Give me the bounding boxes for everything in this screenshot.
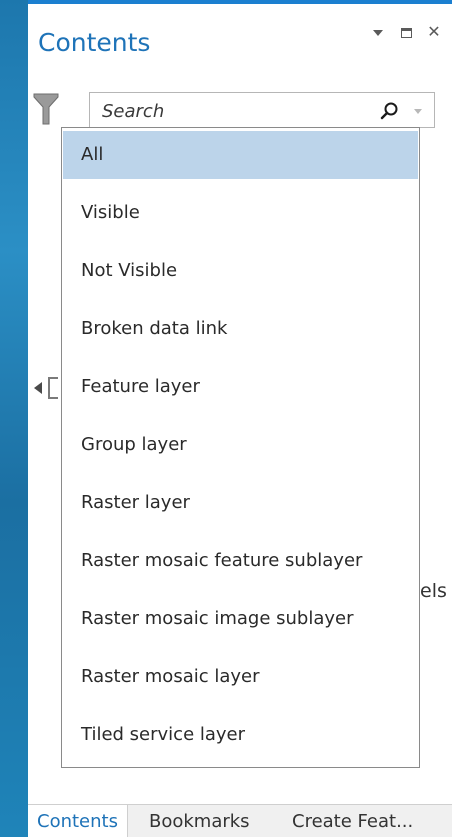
dropdown-option-feature-layer[interactable]: Feature layer — [63, 363, 418, 411]
desktop-background — [0, 0, 28, 837]
dropdown-option-visible[interactable]: Visible — [63, 189, 418, 237]
funnel-icon[interactable] — [33, 92, 59, 126]
obscured-layer-icon — [48, 377, 58, 399]
dropdown-option-not-visible[interactable]: Not Visible — [63, 247, 418, 295]
dropdown-option-raster-mosaic-layer[interactable]: Raster mosaic layer — [63, 653, 418, 701]
search-input[interactable] — [100, 97, 374, 125]
collapse-triangle-icon[interactable] — [34, 382, 42, 394]
pane-title: Contents — [38, 28, 151, 57]
chevron-down-icon[interactable] — [414, 109, 422, 114]
filter-dropdown-list[interactable]: All Visible Not Visible Broken data link… — [61, 127, 420, 768]
dropdown-option-raster-mosaic-feature-sublayer[interactable]: Raster mosaic feature sublayer — [63, 537, 418, 585]
obscured-text: els — [420, 580, 447, 602]
dropdown-option-raster-layer[interactable]: Raster layer — [63, 479, 418, 527]
search-icon[interactable] — [380, 101, 400, 121]
dropdown-option-broken-data-link[interactable]: Broken data link — [63, 305, 418, 353]
tab-bookmarks[interactable]: Bookmarks — [140, 805, 259, 837]
dropdown-option-all[interactable]: All — [63, 131, 418, 179]
dropdown-option-tiled-service-layer[interactable]: Tiled service layer — [63, 711, 418, 759]
auto-hide-icon[interactable] — [370, 24, 386, 42]
tab-create-features[interactable]: Create Feat... — [283, 805, 422, 837]
maximize-icon[interactable] — [398, 24, 414, 42]
dropdown-option-raster-mosaic-image-sublayer[interactable]: Raster mosaic image sublayer — [63, 595, 418, 643]
search-field[interactable] — [89, 92, 435, 128]
close-icon[interactable]: ✕ — [426, 24, 442, 42]
tab-contents[interactable]: Contents — [28, 805, 128, 837]
dropdown-option-group-layer[interactable]: Group layer — [63, 421, 418, 469]
pane-window-controls: ✕ — [370, 24, 442, 42]
pane-tab-strip: Contents Bookmarks Create Feat... — [28, 804, 452, 837]
